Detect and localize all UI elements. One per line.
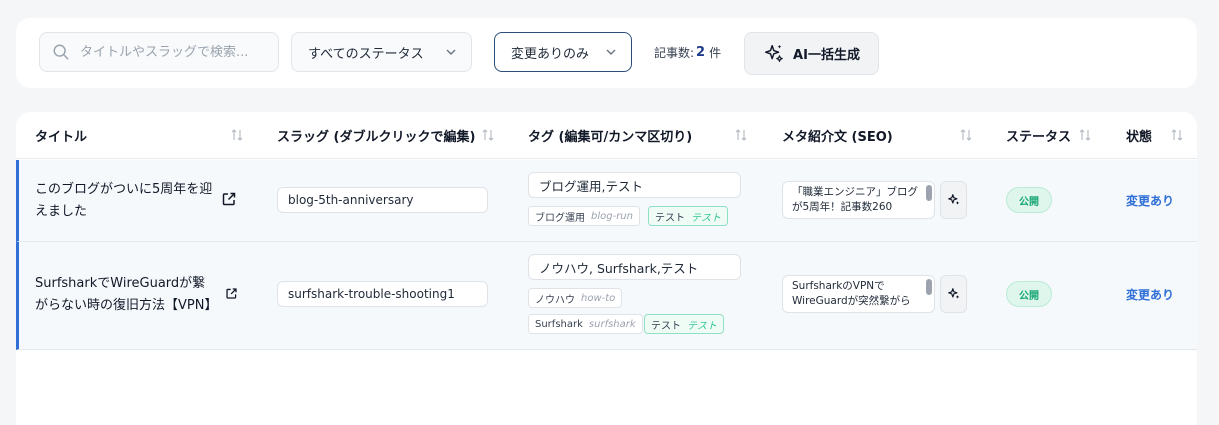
- article-count-value: 2: [696, 44, 706, 60]
- slug-field[interactable]: surfshark-trouble-shooting1: [277, 281, 488, 307]
- slug-field[interactable]: blog-5th-anniversary: [277, 187, 488, 213]
- article-title: このブログがついに5周年を迎えました: [35, 182, 213, 219]
- tag-chip: ノウハウ how-to: [528, 288, 623, 308]
- sort-icon[interactable]: [481, 128, 495, 142]
- external-link-icon[interactable]: [225, 287, 238, 300]
- search-input[interactable]: [80, 44, 270, 60]
- tag-name: Surfshark: [535, 318, 583, 330]
- search-box[interactable]: [39, 32, 279, 72]
- sort-icon[interactable]: [230, 128, 244, 142]
- article-count-unit: 件: [709, 45, 722, 60]
- column-header-state[interactable]: 状態: [1126, 112, 1152, 159]
- article-title: SurfsharkでWireGuardが繋がらない時の復旧方法【VPN】: [35, 276, 218, 313]
- changed-filter-select[interactable]: 変更ありのみ: [494, 32, 632, 72]
- sort-icon[interactable]: [734, 128, 748, 142]
- tag-slug: blog-run: [591, 210, 633, 222]
- tag-chip: Surfshark surfshark: [528, 314, 643, 334]
- column-header-title[interactable]: タイトル: [35, 112, 87, 159]
- tag-name: ノウハウ: [535, 294, 575, 306]
- filter-toolbar: すべてのステータス 変更ありのみ 記事数: 2 件 AI一括生成: [16, 18, 1197, 88]
- generate-meta-button[interactable]: [940, 181, 967, 219]
- search-icon: [53, 44, 69, 60]
- tag-chip: テスト テスト: [648, 206, 728, 226]
- sparkles-icon: [947, 288, 959, 299]
- sparkles-icon: [765, 44, 783, 62]
- status-badge: 公開: [1006, 281, 1052, 307]
- tags-input[interactable]: ノウハウ, Surfshark,テスト: [528, 254, 741, 280]
- articles-table: タイトル スラッグ (ダブルクリックで編集) タグ (編集可/カンマ区切り) メ…: [16, 112, 1197, 425]
- change-state: 変更あり: [1126, 194, 1175, 208]
- meta-description-field[interactable]: 「職業エンジニア」ブログが5周年！記事数260: [782, 181, 935, 219]
- status-badge: 公開: [1006, 187, 1052, 213]
- table-row: このブログがついに5周年を迎えました blog-5th-anniversary …: [16, 160, 1197, 242]
- meta-description-field[interactable]: SurfsharkのVPNでWireGuardが突然繋がら: [782, 275, 935, 313]
- tag-name: テスト: [651, 320, 681, 332]
- meta-scrollbar[interactable]: [926, 185, 932, 201]
- status-filter-value: すべてのステータス: [308, 46, 424, 62]
- tag-slug: how-to: [581, 292, 616, 304]
- meta-scrollbar[interactable]: [926, 279, 932, 295]
- column-header-status[interactable]: ステータス: [1006, 112, 1071, 159]
- generate-meta-button[interactable]: [940, 275, 967, 313]
- tags-input[interactable]: ブログ運用,テスト: [528, 172, 741, 198]
- ai-bulk-generate-label: AI一括生成: [793, 48, 860, 63]
- tag-slug: テスト: [687, 320, 717, 332]
- table-header: タイトル スラッグ (ダブルクリックで編集) タグ (編集可/カンマ区切り) メ…: [16, 112, 1197, 159]
- tag-chip: テスト テスト: [644, 314, 724, 334]
- sparkles-icon: [947, 194, 959, 205]
- chevron-down-icon: [446, 49, 456, 55]
- status-filter-select[interactable]: すべてのステータス: [291, 32, 472, 72]
- column-header-meta[interactable]: メタ紹介文 (SEO): [782, 112, 893, 159]
- tag-slug: テスト: [691, 212, 721, 224]
- sort-icon[interactable]: [1170, 128, 1184, 142]
- article-count-label: 記事数:: [654, 45, 695, 60]
- change-state: 変更あり: [1126, 288, 1175, 302]
- tag-name: ブログ運用: [535, 212, 585, 224]
- ai-bulk-generate-button[interactable]: AI一括生成: [744, 32, 879, 75]
- tag-name: テスト: [655, 212, 685, 224]
- tag-chip: ブログ運用 blog-run: [528, 206, 640, 226]
- sort-icon[interactable]: [1078, 128, 1092, 142]
- meta-description-text: SurfsharkのVPNでWireGuardが突然繋がら: [792, 280, 911, 307]
- meta-description-text: 「職業エンジニア」ブログが5周年！記事数260: [792, 186, 918, 213]
- chevron-down-icon: [606, 49, 616, 55]
- changed-filter-value: 変更ありのみ: [511, 46, 590, 62]
- sort-icon[interactable]: [959, 128, 973, 142]
- table-row: SurfsharkでWireGuardが繋がらない時の復旧方法【VPN】 sur…: [16, 242, 1197, 350]
- column-header-slug[interactable]: スラッグ (ダブルクリックで編集): [277, 112, 475, 159]
- external-link-icon[interactable]: [221, 191, 237, 207]
- article-count: 記事数: 2 件: [654, 32, 721, 72]
- tag-slug: surfshark: [588, 318, 636, 330]
- column-header-tags[interactable]: タグ (編集可/カンマ区切り): [528, 112, 692, 159]
